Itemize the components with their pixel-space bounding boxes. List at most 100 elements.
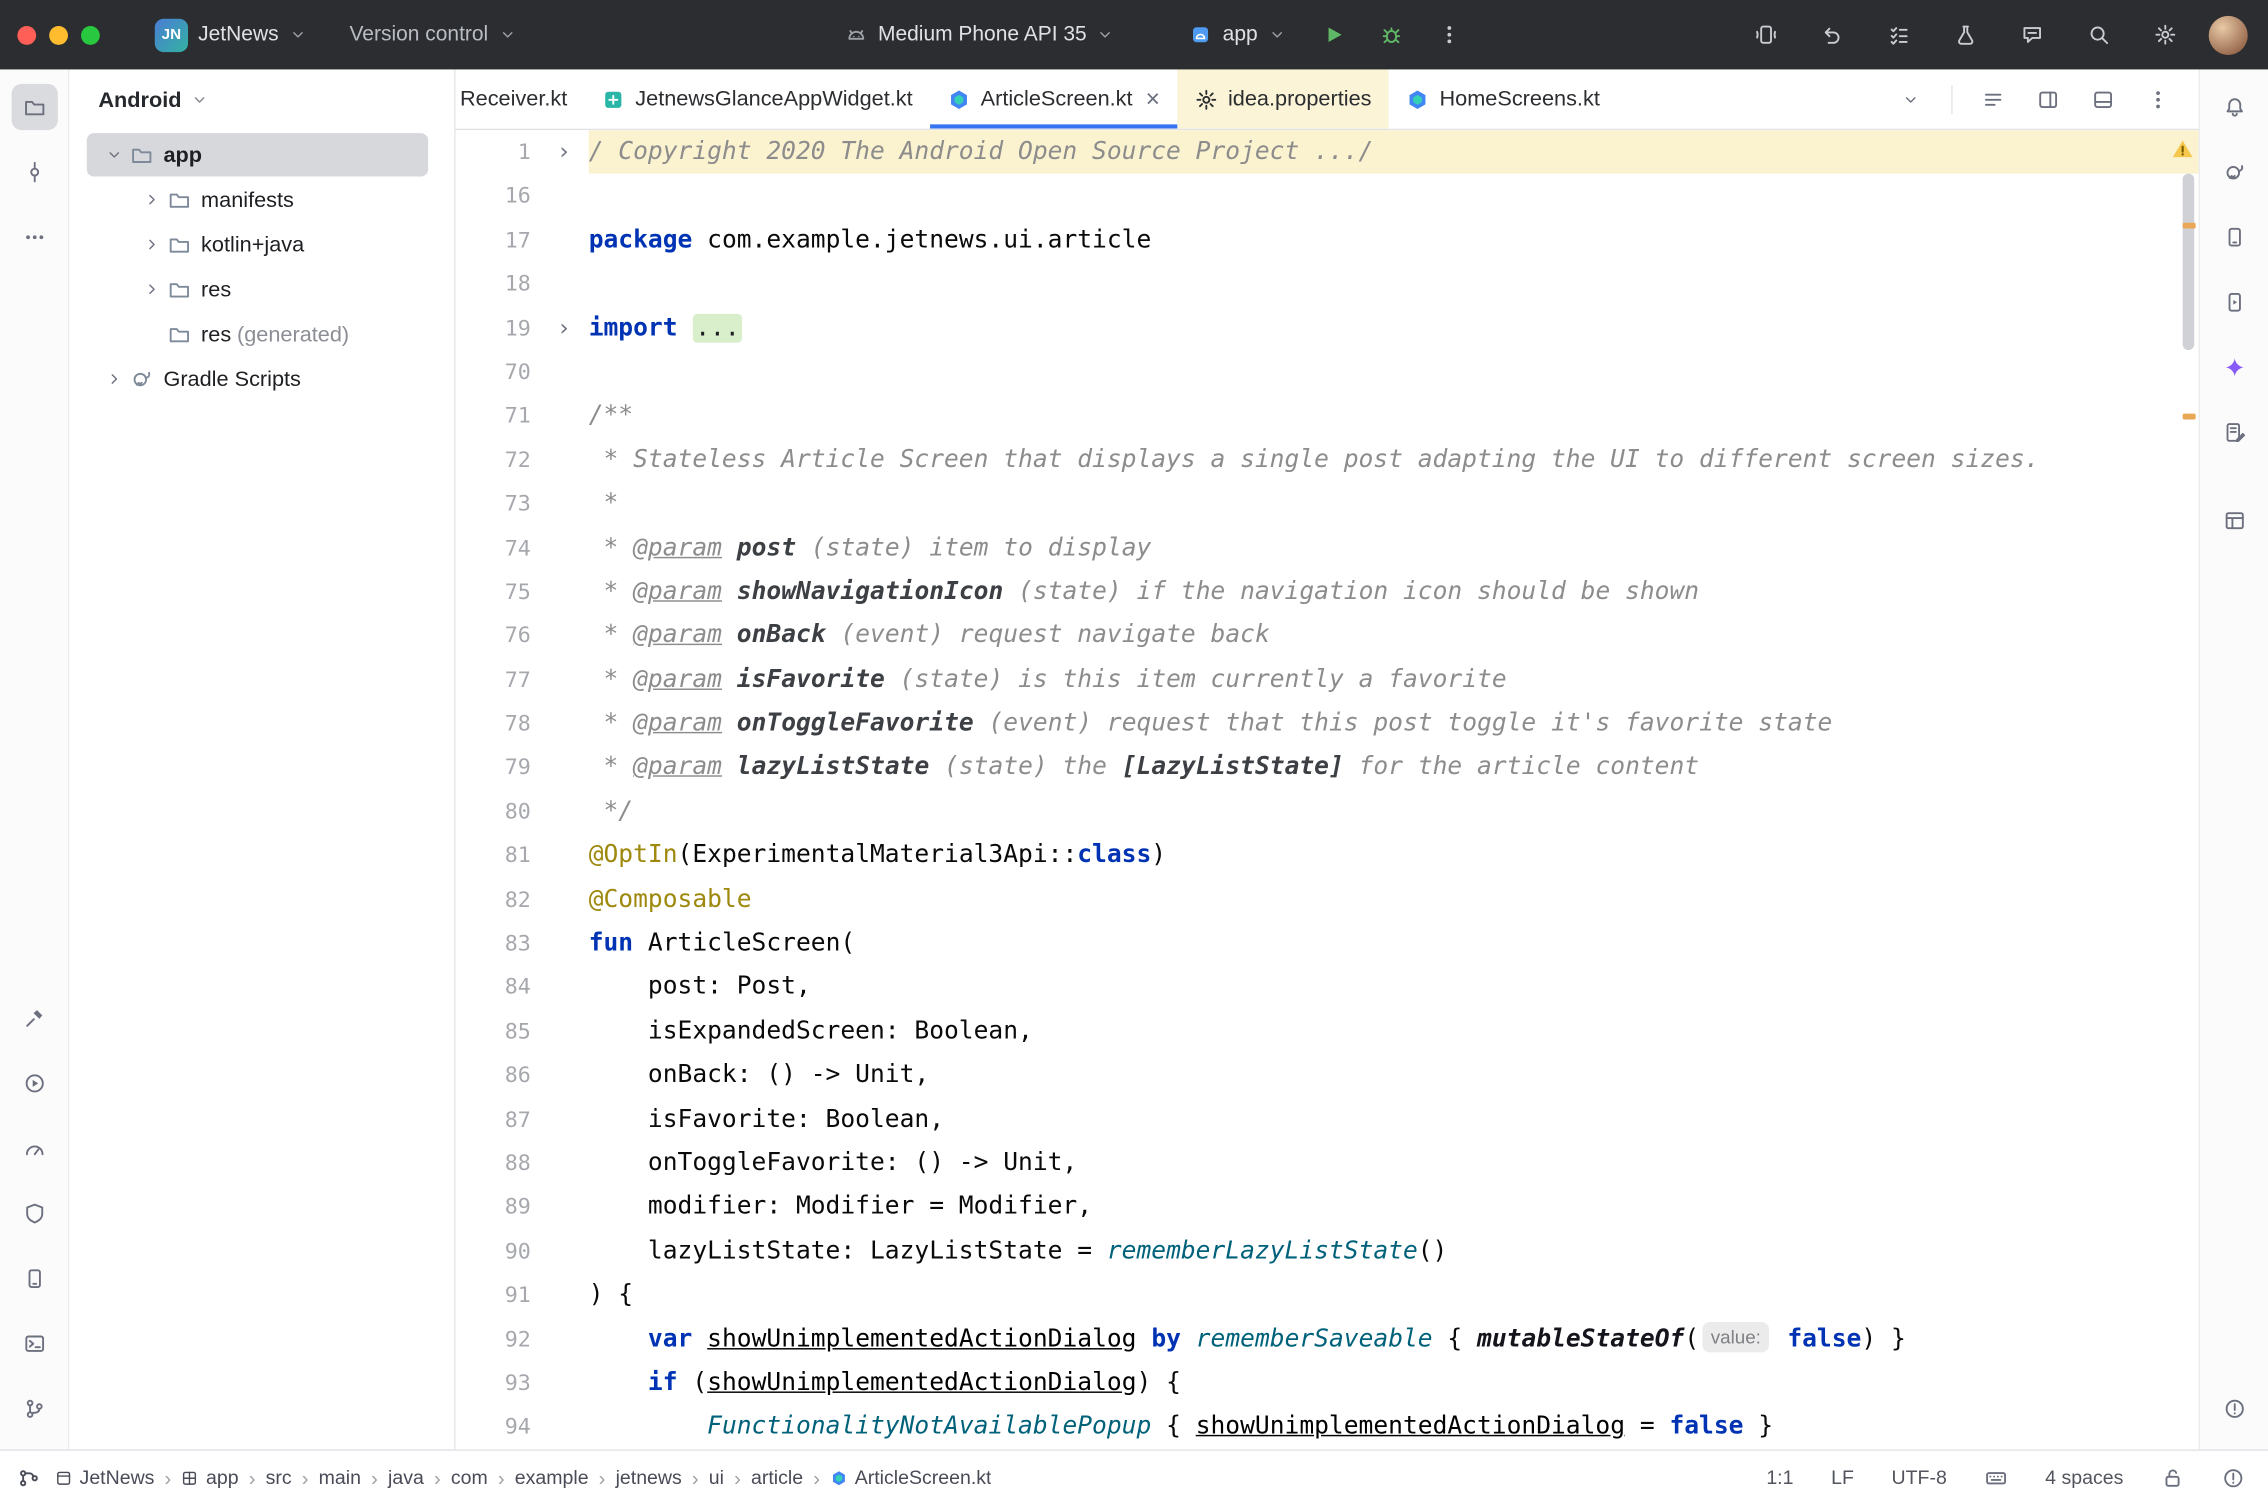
- gemini-button[interactable]: [2211, 344, 2257, 390]
- tree-item-res[interactable]: res: [87, 268, 428, 311]
- breadcrumb-ui[interactable]: ui: [709, 1467, 724, 1489]
- code-line-84[interactable]: 84 post: Post,: [456, 965, 2199, 1009]
- project-view-selector[interactable]: Android: [69, 69, 454, 130]
- close-icon[interactable]: ×: [1146, 87, 1160, 112]
- vcs-widget-button[interactable]: Version control: [338, 16, 527, 54]
- code-line-72[interactable]: 72 * Stateless Article Screen that displ…: [456, 438, 2199, 482]
- device-phone-button[interactable]: [11, 1256, 57, 1302]
- search-button[interactable]: [2076, 12, 2122, 58]
- line-separator[interactable]: LF: [1831, 1467, 1854, 1489]
- keyboard-icon[interactable]: [1984, 1466, 2007, 1489]
- breadcrumb-com[interactable]: com: [451, 1467, 488, 1489]
- breadcrumb-article[interactable]: article: [751, 1467, 803, 1489]
- tree-item-gradle-scripts[interactable]: Gradle Scripts: [87, 357, 428, 400]
- terminal-button[interactable]: [11, 1321, 57, 1367]
- device-streaming-button[interactable]: [1743, 12, 1789, 58]
- code-line-71[interactable]: 71/**: [456, 394, 2199, 438]
- status-alert-icon[interactable]: [2222, 1466, 2245, 1489]
- device-selector-button[interactable]: Medium Phone API 35: [833, 16, 1126, 54]
- project-button[interactable]: [11, 84, 57, 130]
- branch-button[interactable]: [11, 1386, 57, 1432]
- file-encoding[interactable]: UTF-8: [1892, 1467, 1947, 1489]
- code-line-93[interactable]: 93 if (showUnimplementedActionDialog) {: [456, 1361, 2199, 1405]
- device-phone-button[interactable]: [2211, 214, 2257, 260]
- more-run-options-button[interactable]: [1427, 13, 1470, 56]
- scrollbar-thumb[interactable]: [2183, 174, 2195, 350]
- code-line-76[interactable]: 76 * @param onBack (event) request navig…: [456, 614, 2199, 658]
- bell-button[interactable]: [2211, 84, 2257, 130]
- tree-item-app[interactable]: app: [87, 133, 428, 176]
- tab-articlescreen-kt[interactable]: ArticleScreen.kt×: [930, 69, 1177, 128]
- user-avatar[interactable]: [2209, 15, 2248, 54]
- code-line-94[interactable]: 94 FunctionalityNotAvailablePopup { show…: [456, 1405, 2199, 1449]
- code-line-90[interactable]: 90 lazyListState: LazyListState = rememb…: [456, 1229, 2199, 1273]
- hidden-tabs-button[interactable]: [1888, 76, 1934, 122]
- code-line-82[interactable]: 82@Composable: [456, 877, 2199, 921]
- code-line-16[interactable]: 16: [456, 174, 2199, 218]
- tree-item-kotlin-java[interactable]: kotlin+java: [87, 223, 428, 266]
- running-devices-button[interactable]: [2211, 279, 2257, 325]
- code-editor[interactable]: 1›/ Copyright 2020 The Android Open Sour…: [456, 130, 2199, 1449]
- build-button[interactable]: [11, 995, 57, 1041]
- code-line-17[interactable]: 17package com.example.jetnews.ui.article: [456, 218, 2199, 262]
- ai-assistant-button[interactable]: [2009, 12, 2055, 58]
- run-config-button[interactable]: app: [1178, 16, 1297, 54]
- code-line-78[interactable]: 78 * @param onToggleFavorite (event) req…: [456, 702, 2199, 746]
- tab-receiver-kt[interactable]: Receiver.kt: [456, 69, 585, 128]
- tree-chevron[interactable]: [98, 146, 130, 163]
- code-line-70[interactable]: 70: [456, 350, 2199, 394]
- code-line-85[interactable]: 85 isExpandedScreen: Boolean,: [456, 1009, 2199, 1053]
- commit-button[interactable]: [11, 149, 57, 195]
- warning-stripe-mark[interactable]: [2183, 223, 2196, 229]
- code-line-77[interactable]: 77 * @param isFavorite (state) is this i…: [456, 658, 2199, 702]
- code-line-74[interactable]: 74 * @param post (state) item to display: [456, 526, 2199, 570]
- breadcrumb-src[interactable]: src: [266, 1467, 292, 1489]
- editor-scrollbar[interactable]: [2178, 130, 2198, 1449]
- git-graph-icon[interactable]: [17, 1466, 40, 1489]
- warning-stripe-mark[interactable]: [2183, 414, 2196, 420]
- zoom-window-button[interactable]: [81, 25, 100, 44]
- document-edit-button[interactable]: [2211, 409, 2257, 455]
- code-line-79[interactable]: 79 * @param lazyListState (state) the [L…: [456, 746, 2199, 790]
- code-line-1[interactable]: 1›/ Copyright 2020 The Android Open Sour…: [456, 130, 2199, 174]
- code-line-86[interactable]: 86 onBack: () -> Unit,: [456, 1053, 2199, 1097]
- list-lines-button[interactable]: [1970, 76, 2016, 122]
- breadcrumb-main[interactable]: main: [319, 1467, 361, 1489]
- tests-button[interactable]: [1943, 12, 1989, 58]
- warning-triangle-icon[interactable]: [2171, 137, 2194, 160]
- tab-jetnewsglanceappwidget-kt[interactable]: JetnewsGlanceAppWidget.kt: [585, 69, 930, 128]
- run-button[interactable]: [1311, 13, 1354, 56]
- layout-inspector-button[interactable]: [2211, 498, 2257, 544]
- run-circle-button[interactable]: [11, 1060, 57, 1106]
- gradle-button[interactable]: [2211, 149, 2257, 195]
- code-line-88[interactable]: 88 onToggleFavorite: () -> Unit,: [456, 1141, 2199, 1185]
- breadcrumb-articlescreen-kt[interactable]: ArticleScreen.kt: [830, 1467, 991, 1489]
- restore-button[interactable]: [1809, 12, 1855, 58]
- breadcrumb-example[interactable]: example: [515, 1467, 589, 1489]
- tree-chevron[interactable]: [136, 281, 168, 298]
- fold-marker-icon[interactable]: ›: [540, 306, 589, 350]
- task-list-button[interactable]: [1876, 12, 1922, 58]
- code-line-81[interactable]: 81@OptIn(ExperimentalMaterial3Api::class…: [456, 834, 2199, 878]
- minimize-window-button[interactable]: [49, 25, 68, 44]
- tree-item-manifests[interactable]: manifests: [87, 178, 428, 221]
- breadcrumb-app[interactable]: app: [181, 1467, 238, 1489]
- code-line-18[interactable]: 18: [456, 262, 2199, 306]
- code-line-73[interactable]: 73 *: [456, 482, 2199, 526]
- more-v-button[interactable]: [2135, 76, 2181, 122]
- indent-setting[interactable]: 4 spaces: [2045, 1467, 2123, 1489]
- layout-bottom-button[interactable]: [2080, 76, 2126, 122]
- tab-idea-properties[interactable]: idea.properties: [1177, 69, 1389, 128]
- tree-chevron[interactable]: [136, 236, 168, 253]
- code-line-83[interactable]: 83fun ArticleScreen(: [456, 921, 2199, 965]
- debug-button[interactable]: [1369, 13, 1412, 56]
- more-h-button[interactable]: [11, 214, 57, 260]
- code-line-19[interactable]: 19›import ...: [456, 306, 2199, 350]
- code-line-87[interactable]: 87 isFavorite: Boolean,: [456, 1097, 2199, 1141]
- code-line-75[interactable]: 75 * @param showNavigationIcon (state) i…: [456, 570, 2199, 614]
- settings-button[interactable]: [2142, 12, 2188, 58]
- profiler-button[interactable]: [11, 1125, 57, 1171]
- breadcrumb-jetnews[interactable]: JetNews: [55, 1467, 154, 1489]
- code-line-92[interactable]: 92 var showUnimplementedActionDialog by …: [456, 1317, 2199, 1361]
- close-window-button[interactable]: [17, 25, 36, 44]
